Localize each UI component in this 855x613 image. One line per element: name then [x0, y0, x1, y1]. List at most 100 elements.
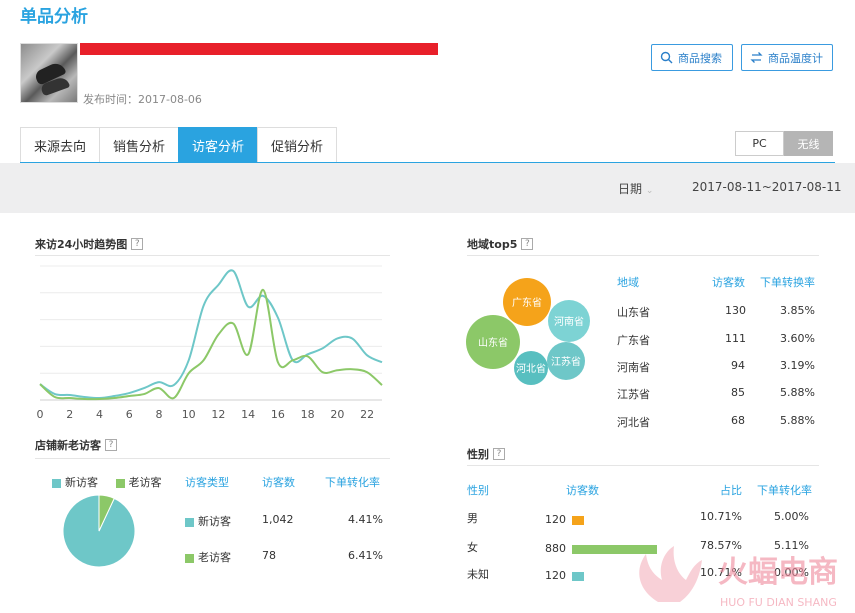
new-old-pie — [62, 494, 136, 568]
x-tick-label: 10 — [182, 408, 196, 421]
trend-title: 来访24小时趋势图 ? — [35, 236, 144, 252]
series-line-1 — [39, 288, 383, 401]
x-tick-label: 6 — [126, 408, 133, 421]
gender-visitors: 120 — [545, 569, 566, 582]
product-thermometer-button[interactable]: 商品温度计 — [741, 44, 833, 71]
date-label: 日期 — [618, 182, 643, 196]
chevron-down-icon: ⌄ — [645, 186, 654, 196]
region-title: 地域top5 ? — [467, 236, 534, 252]
legend-new-label: 新访客 — [65, 476, 98, 489]
x-tick-label: 2 — [66, 408, 73, 421]
trend-title-text: 来访24小时趋势图 — [35, 238, 128, 251]
bubble-label: 山东省 — [478, 336, 508, 349]
region-rate: 5.88% — [780, 386, 815, 399]
divider — [467, 465, 819, 466]
help-icon[interactable]: ? — [493, 448, 505, 460]
region-visitors: 68 — [731, 414, 745, 427]
x-tick-label: 12 — [211, 408, 225, 421]
help-icon[interactable]: ? — [105, 439, 117, 451]
region-rate: 3.85% — [780, 304, 815, 317]
old-swatch — [185, 553, 194, 563]
row-type: 老访客 — [198, 551, 231, 564]
region-rate: 5.88% — [780, 414, 815, 427]
help-icon[interactable]: ? — [131, 238, 144, 250]
region-visitors: 85 — [731, 386, 745, 399]
device-pc-button[interactable]: PC — [735, 131, 784, 156]
gender-title: 性别 ? — [467, 446, 505, 462]
device-wireless-button[interactable]: 无线 — [784, 131, 833, 156]
legend-old-label: 老访客 — [128, 476, 162, 489]
table-row: 新访客 — [185, 513, 231, 529]
col-conversion: 下单转化率 — [325, 476, 380, 489]
product-search-button[interactable]: 商品搜索 — [651, 44, 733, 71]
region-title-text: 地域top5 — [467, 238, 518, 251]
col-visitors: 访客数 — [712, 276, 745, 289]
product-search-label: 商品搜索 — [678, 51, 722, 65]
x-tick-label: 18 — [301, 408, 315, 421]
col-gender: 性别 — [467, 484, 489, 497]
tab-source[interactable]: 来源去向 — [20, 127, 100, 163]
pie-legend: 新访客 老访客 — [52, 474, 162, 490]
swap-arrows-icon — [750, 52, 763, 63]
gender-visitors: 880 — [545, 542, 566, 555]
col-visitors: 访客数 — [566, 484, 599, 497]
new-swatch — [185, 517, 194, 527]
page-title: 单品分析 — [20, 7, 88, 27]
new-old-title-text: 店铺新老访客 — [35, 439, 101, 452]
legend-old-swatch — [115, 478, 125, 488]
x-tick-label: 8 — [155, 408, 162, 421]
bubble-label: 江苏省 — [551, 355, 581, 368]
date-range: 2017-08-11~2017-08-11 — [692, 180, 842, 194]
bubble-label: 广东省 — [512, 296, 542, 309]
publish-time: 发布时间：2017-08-06 — [83, 93, 202, 106]
x-tick-label: 4 — [96, 408, 103, 421]
device-switch: PC 无线 — [735, 131, 833, 156]
x-tick-label: 14 — [241, 408, 255, 421]
row-visitors: 78 — [262, 549, 276, 562]
gender-label: 未知 — [467, 568, 489, 581]
search-icon — [660, 51, 673, 64]
divider — [35, 255, 390, 256]
gender-label: 女 — [467, 541, 478, 554]
tab-sales[interactable]: 销售分析 — [99, 127, 179, 163]
bubble-label: 河南省 — [554, 315, 584, 328]
analysis-tabs: 来源去向 销售分析 访客分析 促销分析 — [20, 127, 338, 163]
region-name: 江苏省 — [617, 388, 650, 401]
divider — [467, 255, 819, 256]
help-icon[interactable]: ? — [521, 238, 534, 250]
table-row: 老访客 — [185, 549, 231, 565]
gender-label: 男 — [467, 512, 478, 525]
x-tick-label: 20 — [330, 408, 344, 421]
col-region: 地域 — [617, 276, 639, 289]
gender-rate: 5.00% — [774, 510, 809, 523]
product-thumbnail[interactable] — [20, 43, 78, 103]
date-dropdown[interactable]: 日期 ⌄ — [618, 180, 653, 197]
product-title-redacted — [80, 43, 438, 55]
region-name: 山东省 — [617, 306, 650, 319]
row-type: 新访客 — [198, 515, 231, 528]
new-old-title: 店铺新老访客 ? — [35, 437, 117, 453]
gender-share: 10.71% — [700, 510, 742, 523]
region-rate: 3.60% — [780, 332, 815, 345]
row-rate: 4.41% — [348, 513, 383, 526]
col-visitor-count: 访客数 — [262, 476, 295, 489]
region-visitors: 111 — [725, 332, 746, 345]
region-name: 河北省 — [617, 416, 650, 429]
gender-visitors: 120 — [545, 513, 566, 526]
trend-chart: 0 2 4 6 8 10 12 14 16 18 20 22 — [37, 265, 383, 421]
col-visitor-type: 访客类型 — [185, 476, 229, 489]
huofu-logo-watermark: 火蝠电商 HUO FU DIAN SHANG — [639, 546, 838, 609]
gender-share-bar — [572, 516, 584, 525]
product-thermometer-label: 商品温度计 — [768, 51, 823, 65]
tab-promotion[interactable]: 促销分析 — [257, 127, 338, 163]
row-visitors: 1,042 — [262, 513, 294, 526]
col-conversion: 下单转换率 — [760, 276, 815, 289]
region-visitors: 94 — [731, 359, 745, 372]
tab-visitors[interactable]: 访客分析 — [178, 127, 258, 163]
series-line-0 — [39, 269, 383, 400]
x-tick-label: 22 — [360, 408, 374, 421]
watermark-text: 火蝠电商 — [718, 555, 838, 590]
x-tick-label: 0 — [37, 408, 44, 421]
bubble-label: 河北省 — [516, 362, 546, 375]
x-tick-label: 16 — [271, 408, 285, 421]
